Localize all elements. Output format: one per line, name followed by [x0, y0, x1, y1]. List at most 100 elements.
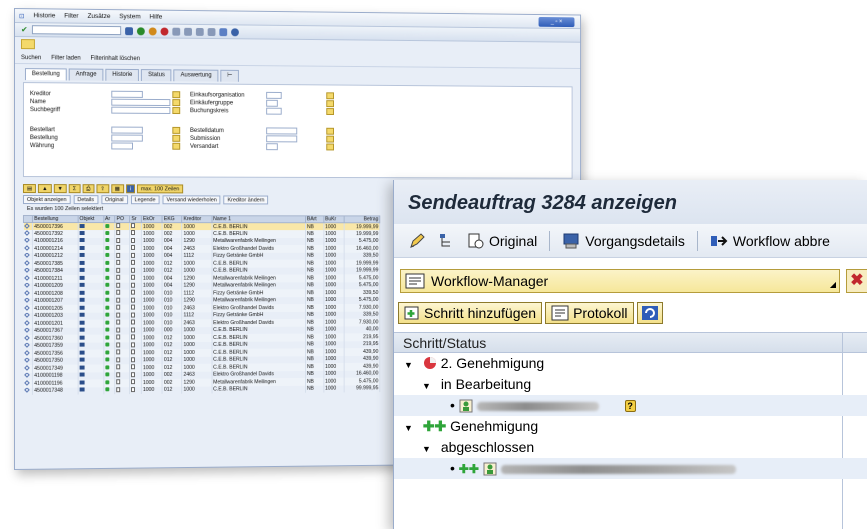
row-select-icon[interactable] [24, 372, 30, 378]
waehrung-field[interactable] [111, 142, 133, 149]
table-row[interactable]: 4500017396 1000 002 1000 C.E.B. BERLIN NB 1000… [23, 223, 379, 231]
collapse-icon[interactable]: ▼ [404, 355, 413, 376]
command-field[interactable] [32, 25, 121, 35]
menu-system[interactable]: System [119, 13, 140, 20]
value-help-button[interactable] [172, 143, 180, 150]
vorgangsdetails-button[interactable]: Vorgangsdetails [562, 232, 685, 250]
detail-icon[interactable]: ▤ [23, 184, 36, 193]
add-step-button[interactable]: Schritt hinzufügen [398, 302, 542, 324]
value-help-button[interactable] [326, 136, 334, 143]
original-button[interactable]: Original [468, 232, 537, 250]
bestellart-field[interactable] [111, 127, 143, 134]
value-help-button[interactable] [172, 135, 180, 142]
tree-node-step2[interactable]: ▼ ✚✚ Genehmigung [394, 416, 867, 437]
value-help-button[interactable] [172, 91, 180, 98]
tab-bestellung[interactable]: Bestellung [25, 68, 67, 80]
col-objekt[interactable]: Objekt [78, 216, 104, 223]
row-select-icon[interactable] [24, 238, 30, 244]
row-select-icon[interactable] [24, 320, 30, 326]
value-help-button[interactable] [172, 107, 180, 114]
find-icon[interactable] [184, 27, 192, 35]
suchbegriff-field[interactable] [111, 107, 170, 114]
tab-status[interactable]: Status [141, 69, 172, 81]
tab-more[interactable]: ⊢ [220, 70, 239, 82]
legend-button[interactable]: Legende [131, 195, 160, 204]
expand-button[interactable] [21, 39, 35, 49]
original-button[interactable]: Original [101, 195, 128, 204]
buchungskreis-field[interactable] [266, 108, 282, 115]
row-select-icon[interactable] [24, 252, 30, 258]
row-select-icon[interactable] [24, 305, 30, 311]
name-field[interactable] [111, 99, 170, 106]
row-select-icon[interactable] [24, 223, 30, 229]
change-vendor-button[interactable]: Kreditor ändern [224, 195, 269, 204]
col-sr[interactable]: Sr [130, 216, 142, 223]
versandart-field[interactable] [266, 143, 278, 150]
resend-button[interactable]: Versand wiederholen [162, 195, 220, 204]
sum-icon[interactable]: Σ [69, 184, 80, 193]
kreditor-field[interactable] [111, 91, 143, 98]
row-select-icon[interactable] [24, 357, 30, 363]
layout-icon[interactable] [219, 28, 227, 36]
row-select-icon[interactable] [24, 282, 30, 288]
row-select-icon[interactable] [24, 365, 30, 371]
row-select-icon[interactable] [24, 380, 30, 386]
row-select-icon[interactable] [24, 230, 30, 236]
enter-icon[interactable]: ✔ [21, 25, 28, 34]
col-ar[interactable]: Ar [104, 216, 116, 223]
workflow-cancel-button[interactable]: Workflow abbre [710, 233, 830, 249]
value-help-button[interactable] [326, 108, 334, 115]
tab-anfrage[interactable]: Anfrage [69, 68, 104, 80]
col-bestellung[interactable]: Bestellung [33, 216, 78, 223]
row-select-icon[interactable] [24, 245, 30, 251]
tree-node-step1-status[interactable]: ▼ in Bearbeitung [394, 374, 867, 395]
menu-historie[interactable]: Historie [33, 12, 55, 19]
details-button[interactable]: Details [73, 195, 98, 204]
submission-field[interactable] [266, 135, 297, 142]
table-row[interactable]: 4500017348 1000 012 1000 C.E.B. BERLIN NB 1000… [23, 385, 379, 395]
protokoll-button[interactable]: Protokoll [545, 302, 633, 324]
table-row[interactable]: 4100001214 1000 004 2463 Elektro Großhandel … [23, 245, 379, 253]
tab-historie[interactable]: Historie [105, 69, 139, 81]
collapse-icon[interactable]: ▼ [404, 418, 413, 439]
row-select-icon[interactable] [24, 342, 30, 348]
row-select-icon[interactable] [24, 327, 30, 333]
back-icon[interactable] [137, 27, 145, 35]
tree-node-agent-pending[interactable]: • ? [394, 395, 867, 416]
cancel-icon[interactable] [160, 27, 168, 35]
tree-node-agent-done[interactable]: • ✚✚ [394, 458, 867, 479]
clear-filter-button[interactable]: Filterinhalt löschen [91, 55, 140, 61]
value-help-button[interactable] [172, 127, 180, 134]
table-row[interactable]: 4100001216 1000 004 1290 Metallwarenfabrik M… [23, 238, 379, 245]
collapse-icon[interactable]: ▼ [422, 376, 431, 397]
refresh-button[interactable] [637, 302, 663, 324]
col-select[interactable] [23, 216, 32, 223]
col-bart[interactable]: BArt [305, 216, 323, 223]
info-icon[interactable]: i [126, 184, 135, 193]
print-icon[interactable]: ⎙ [82, 184, 94, 193]
save-icon[interactable] [125, 27, 133, 35]
workflow-manager-dropdown[interactable]: Workflow-Manager ◢ [400, 269, 840, 293]
menu-hilfe[interactable]: Hilfe [149, 14, 162, 21]
collapse-icon[interactable]: ▼ [422, 439, 431, 460]
col-po[interactable]: PO [115, 216, 130, 223]
close-button[interactable]: ✖ [846, 269, 867, 293]
bestellung-field[interactable] [111, 135, 143, 142]
value-help-button[interactable] [326, 92, 334, 99]
col-ekg[interactable]: EKG [162, 216, 182, 223]
dropdown-arrow-icon[interactable]: ◢ [830, 280, 836, 289]
filter-icon[interactable]: ▼ [53, 184, 66, 193]
window-controls[interactable]: _ ▫ × [539, 17, 575, 27]
einkaufsorg-field[interactable] [266, 92, 282, 99]
row-select-icon[interactable] [24, 260, 30, 266]
tab-auswertung[interactable]: Auswertung [174, 69, 219, 81]
row-select-icon[interactable] [24, 312, 30, 318]
pencil-icon[interactable] [408, 232, 426, 250]
tree-node-step2-status[interactable]: ▼ abgeschlossen [394, 437, 867, 458]
menu-filter[interactable]: Filter [64, 13, 78, 20]
col-bukr[interactable]: BuKr [324, 216, 344, 223]
value-help-button[interactable] [326, 144, 334, 151]
exit-icon[interactable] [148, 27, 156, 35]
hierarchy-icon[interactable] [438, 233, 456, 249]
row-select-icon[interactable] [24, 275, 30, 281]
